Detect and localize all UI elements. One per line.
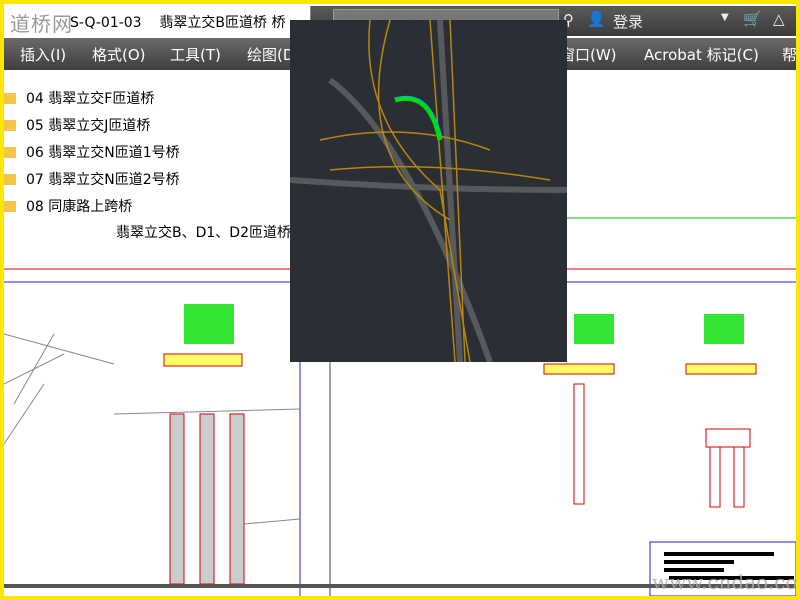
list-item[interactable]: 06 翡翠立交N匝道1号桥 [4,142,180,162]
list-item[interactable]: 08 同康路上跨桥 [4,196,132,216]
app-window: 道桥网 S-Q-01-03 翡翠立交B匝道桥 桥 ⚲ 👤 登录 ▼ 🛒 △ 插入… [4,4,796,596]
folder-icon [4,200,16,212]
folder-icon [4,92,16,104]
drawing-subtitle: 翡翠立交B、D1、D2匝道桥 [116,225,291,241]
file-label: 07 翡翠立交N匝道2号桥 [26,172,180,188]
list-item[interactable]: 05 翡翠立交J匝道桥 [4,115,150,135]
folder-icon [4,173,16,185]
file-label: 06 翡翠立交N匝道1号桥 [26,145,180,161]
watermark: www.cndao.com [652,570,796,594]
list-item[interactable]: 04 翡翠立交F匝道桥 [4,88,154,108]
file-list: 04 翡翠立交F匝道桥 05 翡翠立交J匝道桥 06 翡翠立交N匝道1号桥 07… [4,74,314,254]
terrain-lines [4,333,301,525]
pier-section-1 [163,304,245,585]
file-label: 05 翡翠立交J匝道桥 [26,118,151,134]
pier-section-3 [685,314,757,508]
file-label: 08 同康路上跨桥 [26,199,133,215]
folder-icon [4,146,16,158]
list-item[interactable]: 07 翡翠立交N匝道2号桥 [4,169,180,189]
folder-icon [4,119,16,131]
file-label: 04 翡翠立交F匝道桥 [26,91,155,107]
site-plan-image [289,19,568,364]
